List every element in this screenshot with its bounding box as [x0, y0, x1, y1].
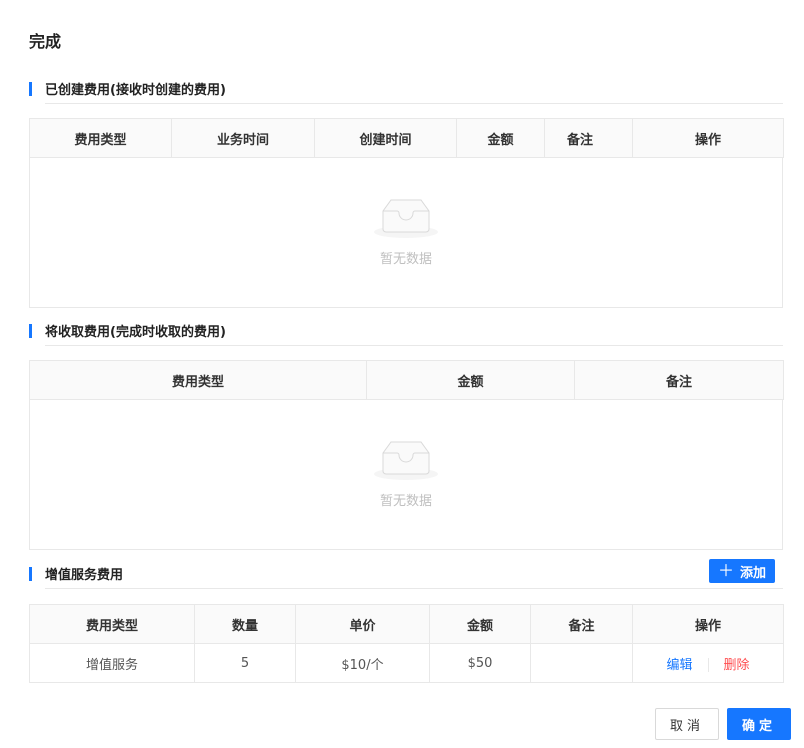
created-fees-empty-state: 暂无数据: [29, 157, 783, 308]
created-fees-table: 费用类型 业务时间 创建时间 金额 备注 操作: [29, 118, 784, 158]
empty-inbox-icon: [374, 441, 438, 480]
col-header-created-time: 创建时间: [314, 118, 457, 158]
collect-fees-empty-state: 暂无数据: [29, 399, 783, 550]
col-header-amount: 金额: [456, 118, 545, 158]
col-header-fee-type: 费用类型: [29, 360, 367, 400]
vas-fees-table: 费用类型 数量 单价 金额 备注 操作 增值服务 5 $10/个 $50 编辑 删…: [29, 604, 784, 683]
section-divider: [45, 103, 783, 104]
section-divider: [45, 345, 783, 346]
action-separator: [707, 658, 709, 672]
col-header-amount: 金额: [429, 604, 531, 644]
section-accent-bar: [29, 82, 32, 96]
delete-link[interactable]: 删除: [724, 658, 750, 673]
cancel-button[interactable]: 取消: [655, 708, 719, 740]
table-header-row: 费用类型 业务时间 创建时间 金额 备注 操作: [29, 118, 784, 158]
plus-icon: ＋: [717, 561, 734, 580]
empty-text: 暂无数据: [379, 252, 432, 267]
collect-fees-table: 费用类型 金额 备注: [29, 360, 784, 400]
col-header-unit-price: 单价: [295, 604, 430, 644]
table-header-row: 费用类型 金额 备注: [29, 360, 784, 400]
dialog-title: 完成: [29, 32, 62, 51]
vas-fees-label: 增值服务费用: [45, 568, 124, 583]
confirm-button[interactable]: 确定: [727, 708, 791, 740]
cell-amount: $50: [429, 643, 531, 683]
col-header-amount: 金额: [366, 360, 575, 400]
section-accent-bar: [29, 567, 32, 581]
collect-fees-section-header: 将收取费用(完成时收取的费用): [29, 320, 783, 346]
collect-fees-label: 将收取费用(完成时收取的费用): [45, 325, 226, 340]
add-button-label: 添加: [740, 565, 767, 581]
col-header-fee-type: 费用类型: [29, 604, 195, 644]
section-accent-bar: [29, 324, 32, 338]
empty-inbox-icon: [374, 199, 438, 238]
cell-fee-type: 增值服务: [29, 643, 195, 683]
col-header-actions: 操作: [632, 118, 784, 158]
cell-remark: [530, 643, 633, 683]
col-header-fee-type: 费用类型: [29, 118, 172, 158]
col-header-remark: 备注: [544, 118, 633, 158]
col-header-remark: 备注: [574, 360, 784, 400]
add-fee-button[interactable]: ＋ 添加: [709, 559, 775, 583]
col-header-business-time: 业务时间: [171, 118, 315, 158]
col-header-remark: 备注: [530, 604, 633, 644]
created-fees-label: 已创建费用(接收时创建的费用): [45, 83, 226, 98]
col-header-actions: 操作: [632, 604, 784, 644]
empty-text: 暂无数据: [379, 494, 432, 509]
col-header-quantity: 数量: [194, 604, 296, 644]
section-divider: [45, 588, 783, 589]
cell-unit-price: $10/个: [295, 643, 430, 683]
edit-link[interactable]: 编辑: [666, 658, 692, 673]
created-fees-section-header: 已创建费用(接收时创建的费用): [29, 78, 783, 104]
table-header-row: 费用类型 数量 单价 金额 备注 操作: [29, 604, 784, 644]
cell-actions: 编辑 删除: [632, 643, 784, 683]
table-row: 增值服务 5 $10/个 $50 编辑 删除: [29, 643, 784, 683]
vas-fees-section-header: 增值服务费用 ＋ 添加: [29, 559, 783, 589]
cell-quantity: 5: [194, 643, 296, 683]
